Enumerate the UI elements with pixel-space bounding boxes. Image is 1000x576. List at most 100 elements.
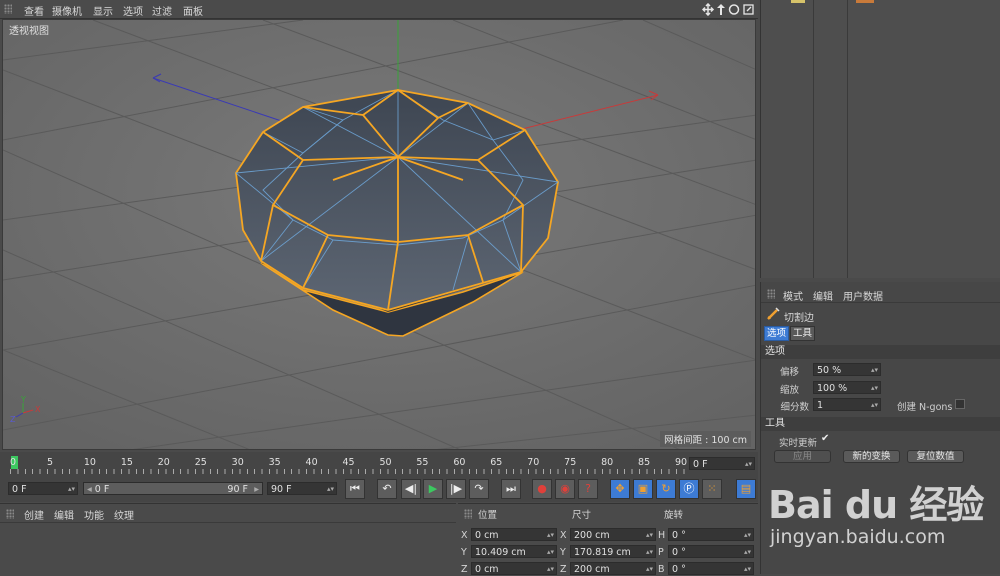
timeline-tick-label: 5 <box>46 457 53 468</box>
go-to-end-button[interactable]: ⏭ <box>501 479 521 499</box>
menu-texture[interactable]: 纹理 <box>114 507 134 522</box>
svg-text:Y: Y <box>20 395 26 404</box>
record-keys-button[interactable]: ● <box>532 479 552 499</box>
tab-edit[interactable]: 编辑 <box>813 288 833 303</box>
subtab-options[interactable]: 选项 <box>764 326 790 341</box>
menu-panel[interactable]: 面板 <box>183 3 203 18</box>
step-forward-button[interactable]: |▶ <box>446 479 466 499</box>
pos-y-field[interactable]: 10.409 cm ▴▾ <box>471 545 557 558</box>
timeline-tick-label: 50 <box>379 457 392 468</box>
viewport-scene: YX Z <box>3 20 755 449</box>
menu-view[interactable]: 查看 <box>24 3 44 18</box>
options-section-header: 选项 <box>761 345 1000 359</box>
end-frame-field[interactable]: 90 F ▴▾ <box>267 482 337 495</box>
new-transform-button[interactable]: 新的变换 <box>843 450 900 463</box>
current-frame-value: 0 F <box>693 459 708 470</box>
current-frame-field[interactable]: 0 F ▴▾ <box>689 457 755 470</box>
end-frame-value: 90 F <box>271 484 292 495</box>
timeline-window-button[interactable]: ▤ <box>736 479 756 499</box>
reset-values-button[interactable]: 复位数值 <box>907 450 964 463</box>
key-position-button[interactable]: ✥ <box>610 479 630 499</box>
move-view-icon[interactable] <box>702 3 715 16</box>
menu-function[interactable]: 功能 <box>84 507 104 522</box>
material-manager: 创建 编辑 功能 纹理 <box>0 503 456 575</box>
grip-icon <box>464 509 472 519</box>
zoom-view-icon[interactable] <box>717 4 725 15</box>
next-keyframe-button[interactable]: ↷ <box>469 479 489 499</box>
menu-display[interactable]: 显示 <box>93 3 113 18</box>
attribute-manager: 模式 编辑 用户数据 切割边 选项 工具 选项 偏移 50 % ▴▾ 缩放 100… <box>760 282 1000 574</box>
spinner-icon[interactable]: ▴▾ <box>871 382 878 395</box>
timeline-tick-label: 35 <box>268 457 281 468</box>
tab-mode[interactable]: 模式 <box>783 288 803 303</box>
subtab-tools[interactable]: 工具 <box>790 326 816 341</box>
step-back-button[interactable]: ◀| <box>401 479 421 499</box>
size-z-field[interactable]: 200 cm ▴▾ <box>570 562 656 575</box>
viewport-nav-icons <box>702 3 754 16</box>
rot-h-field[interactable]: 0 ° ▴▾ <box>668 528 754 541</box>
size-x-field[interactable]: 200 cm ▴▾ <box>570 528 656 541</box>
key-scale-button[interactable]: ▣ <box>633 479 653 499</box>
spinner-icon[interactable]: ▴▾ <box>547 529 554 542</box>
autokey-button[interactable]: ◉ <box>555 479 575 499</box>
size-y-field[interactable]: 170.819 cm ▴▾ <box>570 545 656 558</box>
rot-b-field[interactable]: 0 ° ▴▾ <box>668 562 754 575</box>
range-start-value: 0 F <box>94 484 110 495</box>
perspective-viewport[interactable]: YX Z 透视视图 网格间距 : 100 cm <box>2 19 756 450</box>
rotate-view-icon[interactable] <box>728 4 740 15</box>
pos-x-field[interactable]: 0 cm ▴▾ <box>471 528 557 541</box>
start-frame-value: 0 F <box>12 484 27 495</box>
ruler-ticks <box>10 469 686 474</box>
scale-field[interactable]: 100 % ▴▾ <box>813 381 881 394</box>
key-pla-button[interactable]: ⁙ <box>702 479 722 499</box>
spinner-icon[interactable]: ▴▾ <box>646 546 653 559</box>
rot-p-field[interactable]: 0 ° ▴▾ <box>668 545 754 558</box>
object-tag-icon <box>791 0 805 3</box>
size-x-axis: X <box>560 530 567 541</box>
pos-z-axis: Z <box>461 564 468 575</box>
realtime-update-checkbox[interactable]: ✔ <box>821 433 829 444</box>
prev-keyframe-button[interactable]: ↶ <box>377 479 397 499</box>
maximize-view-icon[interactable] <box>743 4 754 15</box>
spinner-icon[interactable]: ▴▾ <box>871 399 878 412</box>
size-z-value: 200 cm <box>574 564 610 575</box>
subdivisions-field[interactable]: 1 ▴▾ <box>813 398 881 411</box>
svg-text:Z: Z <box>10 415 16 424</box>
key-parameter-button[interactable]: Ⓟ <box>679 479 699 499</box>
spinner-icon[interactable]: ▴▾ <box>745 458 752 471</box>
tool-name: 切割边 <box>784 313 814 324</box>
apply-button[interactable]: 应用 <box>774 450 831 463</box>
range-left-arrow-icon[interactable]: ◂ <box>87 484 95 495</box>
preview-range-slider[interactable]: ◂ 0 F 90 F ▸ <box>83 482 263 495</box>
range-right-arrow-icon[interactable]: ▸ <box>254 483 259 496</box>
offset-field[interactable]: 50 % ▴▾ <box>813 363 881 376</box>
keyframe-selection-button[interactable]: ? <box>578 479 598 499</box>
tab-user-data[interactable]: 用户数据 <box>843 288 883 303</box>
go-to-start-button[interactable]: ⏮ <box>345 479 365 499</box>
spinner-icon[interactable]: ▴▾ <box>744 546 751 559</box>
spinner-icon[interactable]: ▴▾ <box>327 483 334 496</box>
pos-z-field[interactable]: 0 cm ▴▾ <box>471 562 557 575</box>
menu-filter[interactable]: 过滤 <box>152 3 172 18</box>
key-rotation-button[interactable]: ↻ <box>656 479 676 499</box>
play-button[interactable]: ▶ <box>423 479 443 499</box>
rot-p-value: 0 ° <box>672 547 686 558</box>
ngons-checkbox[interactable] <box>955 399 965 409</box>
spinner-icon[interactable]: ▴▾ <box>744 563 751 576</box>
spinner-icon[interactable]: ▴▾ <box>646 529 653 542</box>
menu-edit[interactable]: 编辑 <box>54 507 74 522</box>
menu-options[interactable]: 选项 <box>123 3 143 18</box>
menu-create[interactable]: 创建 <box>24 507 44 522</box>
spinner-icon[interactable]: ▴▾ <box>547 563 554 576</box>
spinner-icon[interactable]: ▴▾ <box>646 563 653 576</box>
timeline-tick-label: 45 <box>342 457 355 468</box>
menu-camera[interactable]: 摄像机 <box>52 3 82 18</box>
spinner-icon[interactable]: ▴▾ <box>547 546 554 559</box>
spinner-icon[interactable]: ▴▾ <box>68 483 75 496</box>
start-frame-field[interactable]: 0 F ▴▾ <box>8 482 78 495</box>
timeline-ruler[interactable]: 0 5 10 15 20 25 30 35 40 45 50 55 60 65 70 75 80 85 90 0 F… <box>0 452 758 476</box>
spinner-icon[interactable]: ▴▾ <box>871 364 878 377</box>
subdivisions-value: 1 <box>817 400 824 411</box>
ngons-label: 创建 N-gons <box>897 402 953 413</box>
spinner-icon[interactable]: ▴▾ <box>744 529 751 542</box>
